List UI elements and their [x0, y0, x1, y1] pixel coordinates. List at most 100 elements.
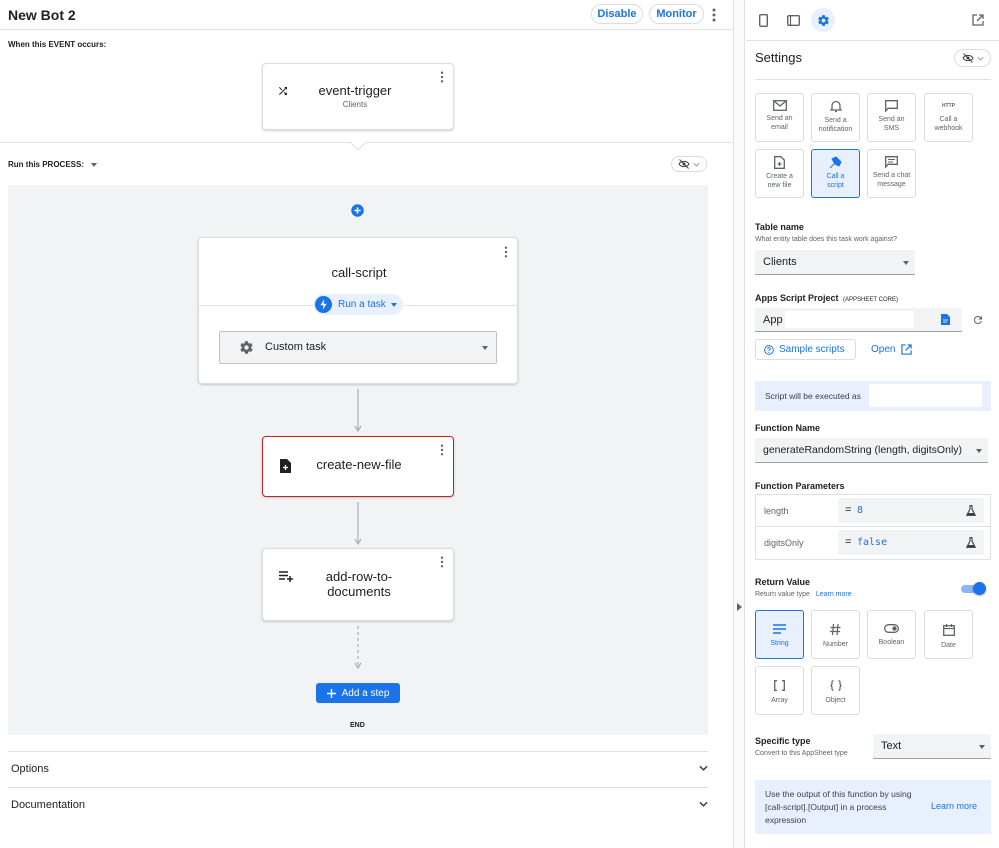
executed-as-label: Script will be executed as — [765, 391, 861, 401]
visibility-toggle-chip[interactable] — [671, 156, 707, 172]
info-learn-more-link[interactable]: Learn more — [931, 801, 977, 811]
bot-title[interactable]: New Bot 2 — [8, 7, 76, 23]
event-trigger-title: event-trigger — [318, 83, 392, 98]
chevron-down-icon — [699, 765, 708, 771]
help-circle-icon — [764, 344, 774, 355]
type-boolean-button[interactable]: Boolean — [867, 610, 916, 659]
settings-gear-icon[interactable] — [811, 8, 835, 32]
dropdown-arrow-icon — [979, 745, 985, 749]
settings-title: Settings — [755, 50, 802, 65]
task-create-file-button[interactable]: Create a new file — [755, 149, 804, 198]
more-vert-icon[interactable] — [435, 441, 449, 459]
phone-icon[interactable] — [751, 8, 775, 32]
task-label-line1: Send a — [824, 117, 847, 124]
bot-editor-pane: New Bot 2 Disable Monitor When this EVEN… — [0, 0, 733, 848]
add-row-step-card[interactable]: add-row-to- documents — [262, 548, 454, 621]
function-params-label: Function Parameters — [755, 481, 845, 491]
task-send-sms-button[interactable]: Send an SMS — [867, 93, 916, 142]
file-picker-icon[interactable] — [941, 314, 950, 325]
refresh-icon[interactable] — [972, 314, 984, 326]
run-a-task-chip[interactable]: Run a task — [313, 294, 403, 315]
disable-button[interactable]: Disable — [591, 4, 643, 24]
type-string-button[interactable]: String — [755, 610, 804, 659]
param-expression-input[interactable]: = 8 — [838, 498, 984, 523]
type-number-button[interactable]: Number — [811, 610, 860, 659]
add-circle-icon[interactable] — [350, 203, 365, 218]
type-array-button[interactable]: Array — [755, 666, 804, 715]
more-vert-icon[interactable] — [435, 553, 449, 571]
http-icon: HTTP — [941, 103, 956, 109]
pane-splitter[interactable] — [733, 0, 745, 848]
add-step-button[interactable]: Add a step — [316, 683, 400, 703]
apps-script-label-text: Apps Script Project — [755, 293, 839, 303]
more-vert-icon[interactable] — [435, 68, 449, 86]
function-name-value: generateRandomString (length, digitsOnly… — [763, 444, 963, 456]
apps-script-name-input[interactable] — [785, 311, 914, 328]
hash-icon — [830, 624, 841, 635]
param-expression-input[interactable]: = false — [838, 530, 984, 555]
task-send-email-button[interactable]: Send an email — [755, 93, 804, 142]
return-value-toggle[interactable] — [961, 582, 986, 595]
param-row-digitsonly: digitsOnly = false — [755, 527, 991, 560]
gear-icon — [239, 340, 254, 355]
function-name-select[interactable]: generateRandomString (length, digitsOnly… — [755, 438, 988, 463]
task-send-chat-button[interactable]: Send a chat message — [867, 149, 916, 198]
task-type-select[interactable]: Custom task — [219, 331, 497, 364]
param-value: 8 — [857, 505, 864, 516]
sample-scripts-button[interactable]: Sample scripts — [755, 339, 856, 360]
documentation-accordion[interactable]: Documentation — [8, 787, 708, 823]
plus-icon — [326, 688, 336, 698]
type-label: Boolean — [878, 639, 905, 646]
info-line3: expression — [765, 815, 807, 825]
playlist-add-icon — [279, 571, 293, 583]
dropdown-arrow-icon — [390, 302, 397, 307]
apps-script-field[interactable]: App — [755, 308, 962, 332]
task-label-line2: notification — [818, 126, 853, 133]
type-date-button[interactable]: Date — [924, 610, 973, 659]
type-label: Array — [771, 697, 788, 704]
apps-script-label-suffix: (APPSHEET CORE) — [843, 297, 898, 303]
output-info-text: Use the output of this function by using… — [765, 788, 925, 827]
visibility-toggle-chip[interactable] — [954, 49, 991, 67]
tablet-icon[interactable] — [781, 8, 805, 32]
panel-toolbar — [746, 0, 999, 41]
event-trigger-card[interactable]: event-trigger Clients — [262, 63, 454, 130]
run-a-task-label: Run a task — [338, 299, 386, 310]
param-name: digitsOnly — [764, 538, 804, 548]
task-label-line2: SMS — [883, 125, 900, 132]
sample-scripts-label: Sample scripts — [779, 344, 845, 355]
create-new-file-step-card[interactable]: create-new-file — [262, 436, 454, 497]
type-label: String — [770, 640, 789, 647]
specific-type-select[interactable]: Text — [873, 734, 991, 759]
process-section-label[interactable]: Run this PROCESS: — [8, 160, 98, 169]
executed-as-field — [869, 384, 982, 407]
toggle-icon — [884, 624, 899, 633]
braces-icon — [829, 680, 842, 691]
visibility-off-icon — [678, 159, 690, 169]
email-icon — [772, 100, 787, 111]
shuffle-icon — [277, 85, 289, 97]
type-object-button[interactable]: Object — [811, 666, 860, 715]
dropdown-arrow-icon — [482, 346, 488, 350]
options-accordion[interactable]: Options — [8, 751, 708, 787]
task-label-line1: Create a — [766, 173, 793, 180]
specific-type-help: Convert to this AppSheet type — [755, 750, 848, 757]
param-value: false — [857, 537, 888, 548]
task-call-script-button[interactable]: Call a script — [811, 149, 860, 198]
open-in-new-icon[interactable] — [966, 8, 990, 32]
more-vert-icon[interactable] — [707, 6, 721, 24]
table-name-value: Clients — [763, 256, 797, 268]
more-vert-icon[interactable] — [499, 243, 513, 261]
task-call-webhook-button[interactable]: HTTP Call a webhook — [924, 93, 973, 142]
task-send-notification-button[interactable]: Send a notification — [811, 93, 860, 142]
learn-more-link[interactable]: Learn more — [816, 591, 852, 598]
return-value-label: Return Value — [755, 577, 811, 587]
task-label-line1: Call a — [826, 173, 845, 180]
open-script-link[interactable]: Open — [871, 344, 913, 355]
task-label-line1: Send a chat — [872, 172, 911, 179]
monitor-button[interactable]: Monitor — [649, 4, 704, 24]
create-new-file-title: create-new-file — [316, 457, 402, 472]
new-file-icon — [774, 156, 785, 169]
table-name-select[interactable]: Clients — [755, 250, 915, 275]
table-name-help: What entity table does this task work ag… — [755, 236, 898, 243]
